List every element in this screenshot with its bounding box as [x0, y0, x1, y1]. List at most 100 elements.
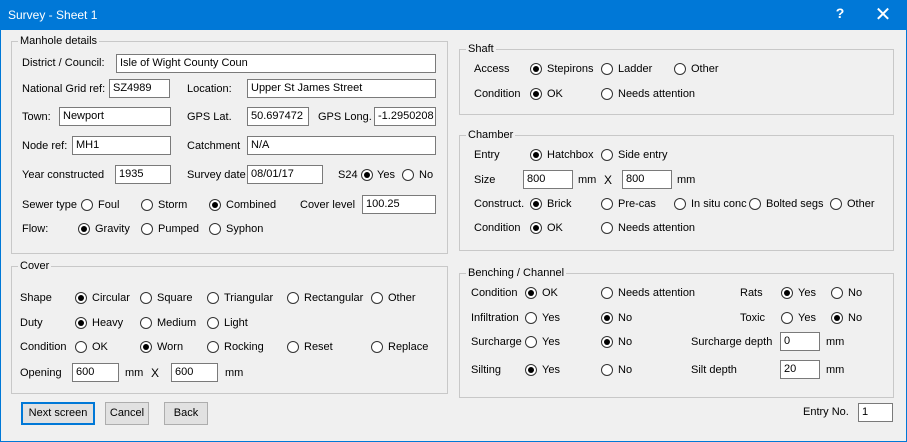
surcharge-depth-field[interactable]: 0	[780, 332, 820, 351]
silt-depth-unit: mm	[826, 364, 845, 376]
rats-no-radio[interactable]	[831, 287, 843, 299]
duty-medium-radio[interactable]	[140, 317, 152, 329]
silting-no-radio[interactable]	[601, 364, 613, 376]
silt-depth-field[interactable]: 20	[780, 360, 820, 379]
town-field[interactable]: Newport	[59, 107, 171, 126]
construct-other-radio[interactable]	[830, 198, 842, 210]
chamber-cond-needs-radio[interactable]	[601, 222, 613, 234]
survey-date-field[interactable]: 08/01/17	[247, 165, 323, 184]
entry-side-radio[interactable]	[601, 149, 613, 161]
cover-group: Cover Shape Circular Square Triangular R…	[11, 260, 448, 394]
flow-syphon-radio[interactable]	[209, 223, 221, 235]
access-stepirons-radio[interactable]	[530, 63, 542, 75]
surcharge-depth-unit: mm	[826, 336, 845, 348]
duty-light-label: Light	[224, 317, 248, 329]
shaft-cond-needs-radio[interactable]	[601, 88, 613, 100]
toxic-no-radio[interactable]	[831, 312, 843, 324]
surcharge-label: Surcharge	[471, 336, 522, 348]
location-field[interactable]: Upper St James Street	[247, 79, 436, 98]
rats-yes-label: Yes	[798, 287, 816, 299]
opening-height-field[interactable]: 600	[171, 363, 218, 382]
surcharge-no-radio[interactable]	[601, 336, 613, 348]
sewer-foul-label: Foul	[98, 199, 120, 211]
duty-light-radio[interactable]	[207, 317, 219, 329]
next-screen-button[interactable]: Next screen	[21, 402, 95, 425]
chamber-group: Chamber Entry Hatchbox Side entry Size 8…	[459, 129, 894, 251]
help-icon[interactable]: ?	[832, 5, 848, 25]
shape-triangular-radio[interactable]	[207, 292, 219, 304]
entry-no-label: Entry No.	[803, 406, 849, 418]
silt-depth-label: Silt depth	[691, 364, 737, 376]
s24-no-label: No	[419, 169, 434, 181]
construct-insitu-radio[interactable]	[674, 198, 686, 210]
shaft-legend: Shaft	[466, 43, 496, 55]
catchment-field[interactable]: N/A	[247, 136, 436, 155]
shaft-cond-ok-radio[interactable]	[530, 88, 542, 100]
flow-pumped-radio[interactable]	[141, 223, 153, 235]
close-icon[interactable]: ✕	[870, 3, 896, 27]
toxic-yes-label: Yes	[798, 312, 816, 324]
shape-other-label: Other	[388, 292, 416, 304]
back-button[interactable]: Back	[164, 402, 208, 425]
year-constructed-label: Year constructed	[22, 169, 105, 181]
shape-rectangular-radio[interactable]	[287, 292, 299, 304]
infiltration-label: Infiltration	[471, 312, 519, 324]
silting-yes-radio[interactable]	[525, 364, 537, 376]
national-grid-field[interactable]: SZ4989	[109, 79, 170, 98]
opening-width-field[interactable]: 600	[72, 363, 119, 382]
sewer-foul-radio[interactable]	[81, 199, 93, 211]
chamber-cond-ok-radio[interactable]	[530, 222, 542, 234]
entry-hatchbox-radio[interactable]	[530, 149, 542, 161]
construct-brick-label: Brick	[547, 198, 572, 210]
chamber-construct-label: Construct.	[474, 198, 525, 210]
chamber-size-height-field[interactable]: 800	[622, 170, 672, 189]
s24-yes-radio[interactable]	[361, 169, 373, 181]
flow-syphon-label: Syphon	[226, 223, 264, 235]
gps-long-field[interactable]: -1.2950208	[374, 107, 436, 126]
shaft-cond-ok-label: OK	[547, 88, 563, 100]
construct-brick-radio[interactable]	[530, 198, 542, 210]
cancel-button[interactable]: Cancel	[105, 402, 149, 425]
cover-cond-rocking-radio[interactable]	[207, 341, 219, 353]
access-ladder-radio[interactable]	[601, 63, 613, 75]
gps-lat-field[interactable]: 50.697472	[247, 107, 309, 126]
construct-insitu-label: In situ conc	[691, 198, 747, 210]
entry-no-field[interactable]: 1	[858, 403, 893, 422]
shape-square-radio[interactable]	[140, 292, 152, 304]
cover-cond-worn-radio[interactable]	[140, 341, 152, 353]
dialog-body: Manhole details District / Council: Isle…	[0, 30, 907, 442]
district-field[interactable]: Isle of Wight County Coun	[116, 54, 436, 73]
year-constructed-field[interactable]: 1935	[115, 165, 171, 184]
infiltration-no-radio[interactable]	[601, 312, 613, 324]
benching-cond-needs-radio[interactable]	[601, 287, 613, 299]
chamber-size-width-field[interactable]: 800	[523, 170, 573, 189]
duty-heavy-radio[interactable]	[75, 317, 87, 329]
access-other-radio[interactable]	[674, 63, 686, 75]
manhole-details-group: Manhole details District / Council: Isle…	[11, 35, 448, 254]
cover-cond-rocking-label: Rocking	[224, 341, 264, 353]
node-ref-field[interactable]: MH1	[72, 136, 171, 155]
shape-circular-radio[interactable]	[75, 292, 87, 304]
construct-bolted-radio[interactable]	[749, 198, 761, 210]
sewer-storm-radio[interactable]	[141, 199, 153, 211]
opening-unit-2: mm	[225, 367, 244, 379]
cover-cond-replace-radio[interactable]	[371, 341, 383, 353]
construct-precas-radio[interactable]	[601, 198, 613, 210]
rats-yes-radio[interactable]	[781, 287, 793, 299]
sewer-combined-radio[interactable]	[209, 199, 221, 211]
s24-no-radio[interactable]	[402, 169, 414, 181]
benching-cond-needs-label: Needs attention	[618, 287, 696, 299]
benching-cond-ok-radio[interactable]	[525, 287, 537, 299]
cover-cond-ok-radio[interactable]	[75, 341, 87, 353]
access-stepirons-label: Stepirons	[547, 63, 594, 75]
cover-shape-label: Shape	[20, 292, 52, 304]
toxic-no-label: No	[848, 312, 863, 324]
shape-other-radio[interactable]	[371, 292, 383, 304]
flow-gravity-radio[interactable]	[78, 223, 90, 235]
construct-bolted-label: Bolted segs	[766, 198, 824, 210]
cover-level-field[interactable]: 100.25	[362, 195, 436, 214]
toxic-yes-radio[interactable]	[781, 312, 793, 324]
infiltration-yes-radio[interactable]	[525, 312, 537, 324]
surcharge-yes-radio[interactable]	[525, 336, 537, 348]
cover-cond-reset-radio[interactable]	[287, 341, 299, 353]
